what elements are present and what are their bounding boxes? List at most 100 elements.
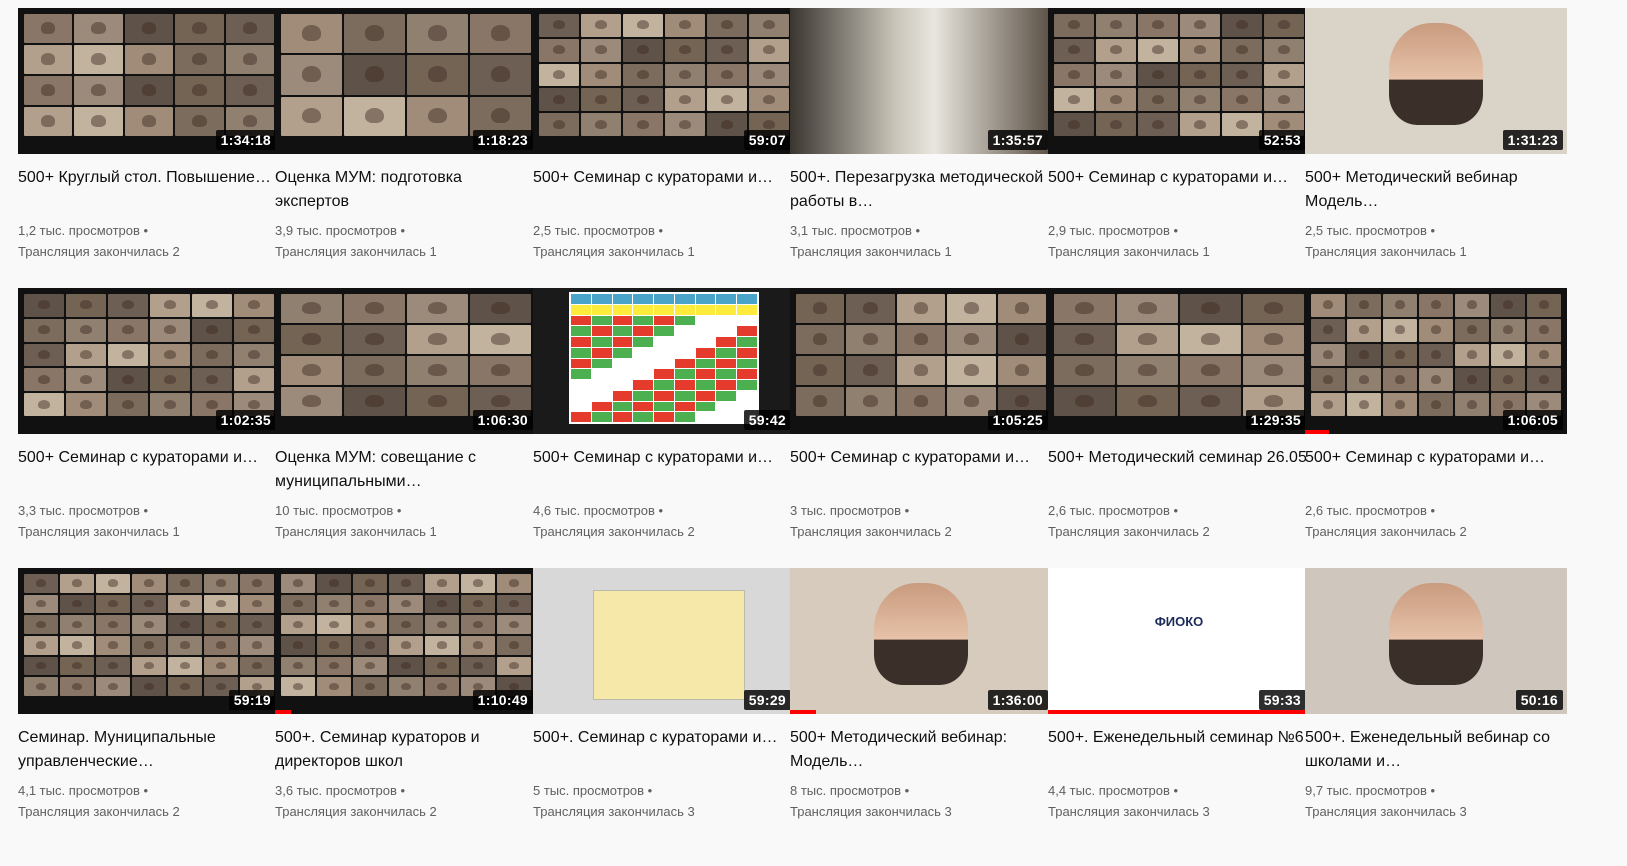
video-card[interactable]: 1:02:35 500+ Семинар с кураторами и… 3,3 т… [18, 288, 280, 542]
stream-ended-label: Трансляция закончилась 3 [1048, 804, 1210, 819]
spreadsheet-cell [654, 369, 674, 379]
video-thumbnail[interactable]: 1:02:35 [18, 288, 280, 434]
video-title[interactable]: Оценка МУМ: подготовка экспертов [275, 166, 537, 214]
video-card[interactable]: 1:10:49 500+. Семинар кураторов и директо… [275, 568, 537, 822]
video-thumbnail[interactable]: 1:31:23 [1305, 8, 1567, 154]
video-title[interactable]: 500+ Методический вебинар Модель… [1305, 166, 1567, 214]
participant-tile [96, 656, 130, 676]
video-card[interactable]: 59:29 500+. Семинар с кураторами и… 5 тыс.… [533, 568, 795, 822]
spreadsheet-cell [674, 380, 695, 390]
participant-tile [281, 356, 342, 385]
video-thumbnail[interactable]: 59:42 [533, 288, 795, 434]
spreadsheet-cell [674, 315, 695, 326]
video-title[interactable]: 500+ Семинар с кураторами и… [1048, 166, 1310, 214]
video-thumbnail[interactable]: 1:34:18 [18, 8, 280, 154]
video-card[interactable]: 1:06:05 500+ Семинар с кураторами и… 2,6 т… [1305, 288, 1567, 542]
video-card[interactable]: 1:05:25 500+ Семинар с кураторами и… 3 тыс… [790, 288, 1052, 542]
video-thumbnail[interactable]: 1:35:57 [790, 8, 1052, 154]
duration-badge: 52:53 [1258, 130, 1306, 150]
video-title[interactable]: Семинар. Муниципальные управленческие… [18, 726, 280, 774]
participant-tile [281, 656, 315, 676]
participant-tile [1096, 14, 1136, 37]
video-thumbnail[interactable]: 1:18:23 [275, 8, 537, 154]
video-thumbnail[interactable]: ФИОКО 59:33 [1048, 568, 1310, 714]
video-thumbnail[interactable]: 50:16 [1305, 568, 1567, 714]
video-title[interactable]: 500+ Семинар с кураторами и… [1305, 446, 1567, 494]
video-card[interactable]: 1:18:23 Оценка МУМ: подготовка экспертов 3… [275, 8, 537, 262]
video-title[interactable]: 500+. Семинар с кураторами и… [533, 726, 795, 774]
participant-grid [1054, 294, 1304, 416]
participant-tile [240, 594, 274, 614]
video-card[interactable]: 1:35:57 500+. Перезагрузка методической р… [790, 8, 1052, 262]
spreadsheet-cell [612, 401, 633, 412]
participant-tile [317, 635, 351, 655]
video-card[interactable]: 1:31:23 500+ Методический вебинар Модель…… [1305, 8, 1567, 262]
duration-badge: 1:02:35 [215, 410, 276, 430]
participant-tile [168, 615, 202, 634]
spreadsheet-cell [695, 412, 716, 422]
video-title[interactable]: 500+. Семинар кураторов и директоров шко… [275, 726, 537, 774]
video-thumbnail[interactable]: 59:07 [533, 8, 795, 154]
video-card[interactable]: 50:16 500+. Еженедельный вебинар со школа… [1305, 568, 1567, 822]
spreadsheet-cell [612, 326, 633, 336]
participant-tile [96, 635, 130, 655]
video-meta: 8 тыс. просмотров • Трансляция закончилас… [790, 780, 1052, 822]
video-title[interactable]: Оценка МУМ: совещание с муниципальными… [275, 446, 537, 494]
video-card[interactable]: 1:34:18 500+ Круглый стол. Повышение… 1,2 … [18, 8, 280, 262]
spreadsheet-cell [737, 294, 757, 304]
video-title[interactable]: 500+ Круглый стол. Повышение… [18, 166, 280, 214]
video-card[interactable]: 52:53 500+ Семинар с кураторами и… 2,9 тыс… [1048, 8, 1310, 262]
video-thumbnail[interactable]: 1:06:30 [275, 288, 537, 434]
video-thumbnail[interactable]: 1:05:25 [790, 288, 1052, 434]
participant-tile [1419, 368, 1453, 392]
view-count: 3,1 тыс. просмотров • [790, 223, 921, 238]
participant-tile [1491, 294, 1525, 317]
video-card[interactable]: 59:42 500+ Семинар с кураторами и… 4,6 тыс… [533, 288, 795, 542]
participant-tile [623, 88, 663, 112]
video-title[interactable]: 500+. Еженедельный семинар №6 [1048, 726, 1310, 774]
video-thumbnail[interactable]: 59:19 [18, 568, 280, 714]
video-title[interactable]: 500+ Методический семинар 26.05 [1048, 446, 1310, 494]
video-thumbnail[interactable]: 1:06:05 [1305, 288, 1567, 434]
spreadsheet-cell [695, 358, 716, 369]
participant-tile [344, 294, 405, 323]
participant-tile [581, 63, 621, 87]
spreadsheet-cell [591, 304, 612, 315]
video-title[interactable]: 500+. Еженедельный вебинар со школами и… [1305, 726, 1567, 774]
video-title[interactable]: 500+ Семинар с кураторами и… [533, 446, 795, 494]
video-thumbnail[interactable]: 1:10:49 [275, 568, 537, 714]
video-meta: 3,9 тыс. просмотров • Трансляция закончил… [275, 220, 537, 262]
spreadsheet-cell [674, 358, 695, 369]
video-card[interactable]: 59:19 Семинар. Муниципальные управленческ… [18, 568, 280, 822]
video-card[interactable]: 59:07 500+ Семинар с кураторами и… 2,5 тыс… [533, 8, 795, 262]
spreadsheet-cell [695, 294, 716, 304]
video-title[interactable]: 500+ Семинар с кураторами и… [533, 166, 795, 214]
spreadsheet-cell [571, 380, 591, 390]
video-thumbnail[interactable]: 52:53 [1048, 8, 1310, 154]
video-card[interactable]: ФИОКО 59:33 500+. Еженедельный семинар №6 4… [1048, 568, 1310, 822]
view-count: 5 тыс. просмотров • [533, 783, 653, 798]
video-title[interactable]: 500+. Перезагрузка методической работы в… [790, 166, 1052, 214]
video-title[interactable]: 500+ Семинар с кураторами и… [790, 446, 1052, 494]
participant-tile [749, 38, 789, 62]
participant-tile [1264, 88, 1304, 112]
video-thumbnail[interactable]: 1:29:35 [1048, 288, 1310, 434]
video-title[interactable]: 500+ Семинар с кураторами и… [18, 446, 280, 494]
participant-tile [1117, 294, 1178, 323]
video-card[interactable]: 1:36:00 500+ Методический вебинар: Модель… [790, 568, 1052, 822]
video-card[interactable]: 1:29:35 500+ Методический семинар 26.05 2,… [1048, 288, 1310, 542]
video-title[interactable]: 500+ Методический вебинар: Модель… [790, 726, 1052, 774]
duration-badge: 59:19 [228, 690, 276, 710]
video-thumbnail[interactable]: 59:29 [533, 568, 795, 714]
spreadsheet-cell [591, 369, 612, 379]
video-card[interactable]: 1:06:30 Оценка МУМ: совещание с муниципал… [275, 288, 537, 542]
spreadsheet-cell [591, 412, 612, 422]
participant-tile [796, 356, 845, 385]
participant-tile [168, 574, 202, 593]
video-thumbnail[interactable]: 1:36:00 [790, 568, 1052, 714]
duration-badge: 59:33 [1258, 690, 1306, 710]
spreadsheet-cell [674, 294, 695, 304]
participant-tile [1311, 343, 1345, 367]
participant-tile [539, 63, 579, 87]
participant-tile [407, 14, 468, 54]
